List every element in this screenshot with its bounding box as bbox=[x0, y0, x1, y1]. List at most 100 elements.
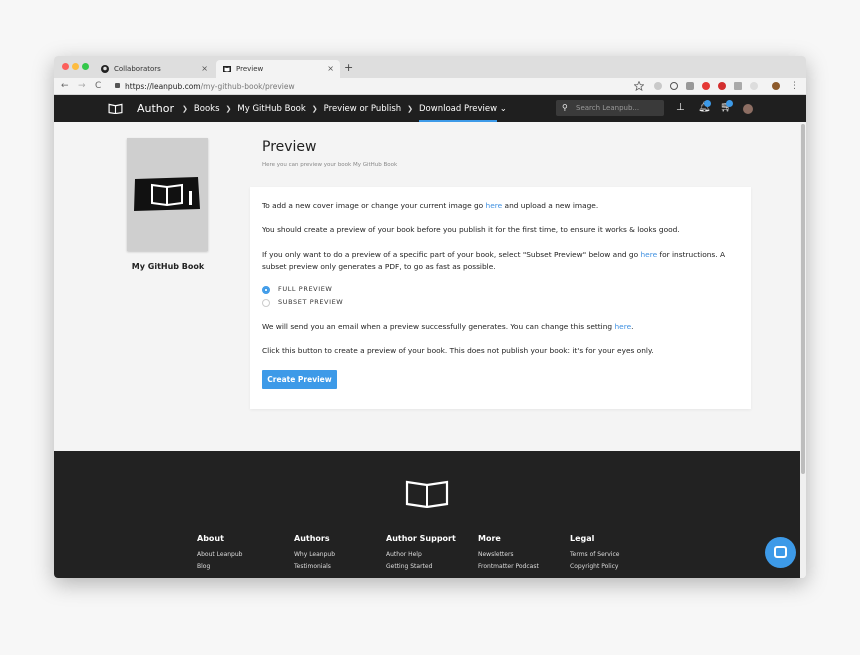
url-field[interactable]: https://leanpub.com/my-github-book/previ… bbox=[125, 78, 295, 95]
extension-square-icon[interactable] bbox=[734, 82, 742, 90]
full-preview-label[interactable]: FULL PREVIEW bbox=[278, 285, 332, 294]
user-avatar[interactable] bbox=[743, 104, 753, 114]
main-content: My GitHub Book Preview Here you can prev… bbox=[54, 122, 801, 451]
subset-preview-label[interactable]: SUBSET PREVIEW bbox=[278, 298, 343, 307]
subset-preview-radio[interactable] bbox=[262, 299, 270, 307]
cover-paragraph: To add a new cover image or change your … bbox=[262, 200, 742, 212]
tab-label: Preview bbox=[236, 65, 264, 73]
footer-column-author-support: Author Support Author Help Getting Start… bbox=[386, 534, 456, 575]
chevron-right-icon: ❯ bbox=[225, 104, 232, 113]
extension-pin-icon[interactable] bbox=[654, 82, 662, 90]
subset-instructions-link[interactable]: here bbox=[640, 250, 657, 259]
email-paragraph: We will send you an email when a preview… bbox=[262, 321, 742, 333]
search-input[interactable]: ⚲ Search Leanpub... bbox=[556, 100, 664, 116]
menu-icon[interactable]: ⋮ bbox=[790, 79, 799, 94]
chat-button[interactable] bbox=[765, 537, 796, 568]
breadcrumb-download-preview[interactable]: Download Preview ⌄ bbox=[419, 103, 507, 122]
extension-camera-icon[interactable] bbox=[686, 82, 694, 90]
reload-button[interactable]: C bbox=[95, 79, 101, 94]
book-cover-logo-icon bbox=[134, 177, 200, 211]
scrollbar[interactable] bbox=[800, 122, 806, 578]
book-title: My GitHub Book bbox=[131, 262, 205, 271]
extension-info-icon[interactable] bbox=[670, 82, 678, 90]
new-tab-button[interactable]: + bbox=[344, 60, 353, 76]
tab-bar: Collaborators × Preview × + bbox=[54, 56, 806, 78]
github-icon bbox=[101, 65, 109, 73]
email-settings-link[interactable]: here bbox=[614, 322, 631, 331]
search-placeholder: Search Leanpub... bbox=[576, 104, 640, 112]
footer-link[interactable]: Why Leanpub bbox=[294, 551, 335, 558]
tab-preview[interactable]: Preview × bbox=[216, 60, 340, 78]
subset-paragraph: If you only want to do a preview of a sp… bbox=[262, 249, 742, 273]
extension-gray-icon[interactable] bbox=[750, 82, 758, 90]
footer: About About Leanpub Blog Authors Why Lea… bbox=[54, 451, 801, 578]
address-bar: ← → C https://leanpub.com/my-github-book… bbox=[54, 78, 806, 95]
close-tab-icon[interactable]: × bbox=[327, 60, 334, 78]
footer-link[interactable]: Newsletters bbox=[478, 551, 539, 558]
forward-button[interactable]: → bbox=[78, 79, 86, 94]
footer-heading: Author Support bbox=[386, 534, 456, 543]
search-icon: ⚲ bbox=[562, 103, 568, 112]
breadcrumb-preview-publish[interactable]: Preview or Publish bbox=[324, 104, 401, 114]
extension-red-icon[interactable] bbox=[718, 82, 726, 90]
text: If you only want to do a preview of a sp… bbox=[262, 250, 641, 259]
tab-label: Collaborators bbox=[114, 65, 161, 73]
chevron-right-icon: ❯ bbox=[311, 104, 318, 113]
footer-heading: Legal bbox=[570, 534, 595, 543]
footer-link[interactable]: About Leanpub bbox=[197, 551, 242, 558]
maximize-window-button[interactable] bbox=[82, 63, 89, 70]
leanpub-logo-icon[interactable] bbox=[405, 478, 449, 508]
footer-link[interactable]: Frontmatter Podcast bbox=[478, 563, 539, 570]
footer-heading: About bbox=[197, 534, 224, 543]
full-preview-radio[interactable] bbox=[262, 286, 270, 294]
close-tab-icon[interactable]: × bbox=[201, 60, 208, 78]
minimize-window-button[interactable] bbox=[72, 63, 79, 70]
chat-icon bbox=[774, 546, 787, 558]
breadcrumb: Author ❯ Books ❯ My GitHub Book ❯ Previe… bbox=[137, 95, 507, 122]
button-paragraph: Click this button to create a preview of… bbox=[262, 346, 654, 355]
footer-link[interactable]: Getting Started bbox=[386, 563, 456, 570]
breadcrumb-author[interactable]: Author bbox=[137, 102, 174, 115]
text: and upload a new image. bbox=[502, 201, 599, 210]
leanpub-logo-icon[interactable] bbox=[108, 103, 123, 114]
chevron-right-icon: ❯ bbox=[407, 104, 414, 113]
text: To add a new cover image or change your … bbox=[262, 201, 486, 210]
scrollbar-thumb[interactable] bbox=[801, 124, 805, 474]
footer-heading: More bbox=[478, 534, 501, 543]
site-header: Author ❯ Books ❯ My GitHub Book ❯ Previe… bbox=[54, 95, 806, 122]
url-path: /my-github-book/preview bbox=[200, 82, 295, 91]
browser-window: Collaborators × Preview × + ← → C https:… bbox=[54, 56, 806, 578]
tab-collaborators[interactable]: Collaborators × bbox=[94, 60, 214, 78]
page-subtitle: Here you can preview your book My GitHub… bbox=[262, 162, 398, 168]
breadcrumb-book[interactable]: My GitHub Book bbox=[237, 104, 305, 114]
footer-link[interactable]: Testimonials bbox=[294, 563, 335, 570]
extension-record-icon[interactable] bbox=[702, 82, 710, 90]
lock-icon bbox=[115, 83, 120, 88]
breadcrumb-books[interactable]: Books bbox=[194, 104, 220, 114]
chevron-down-icon: ⌄ bbox=[499, 103, 507, 114]
text: . bbox=[631, 322, 634, 331]
footer-link[interactable]: Blog bbox=[197, 563, 242, 570]
close-window-button[interactable] bbox=[62, 63, 69, 70]
create-preview-paragraph: You should create a preview of your book… bbox=[262, 225, 680, 234]
footer-link[interactable]: Copyright Policy bbox=[570, 563, 619, 570]
footer-column-legal: Legal Terms of Service Copyright Policy bbox=[570, 534, 619, 575]
footer-column-authors: Authors Why Leanpub Testimonials bbox=[294, 534, 335, 575]
url-host: https://leanpub.com bbox=[125, 82, 201, 91]
profile-avatar[interactable] bbox=[772, 82, 780, 90]
back-button[interactable]: ← bbox=[61, 79, 69, 94]
leanpub-book-icon bbox=[223, 66, 231, 72]
footer-heading: Authors bbox=[294, 534, 330, 543]
book-cover[interactable] bbox=[127, 138, 208, 251]
footer-link[interactable]: Author Help bbox=[386, 551, 456, 558]
footer-column-about: About About Leanpub Blog bbox=[197, 534, 242, 575]
footer-link[interactable]: Terms of Service bbox=[570, 551, 619, 558]
footer-column-more: More Newsletters Frontmatter Podcast bbox=[478, 534, 539, 575]
create-preview-button[interactable]: Create Preview bbox=[262, 370, 337, 389]
chevron-right-icon: ❯ bbox=[182, 104, 188, 113]
notification-badge bbox=[704, 100, 711, 107]
sitemap-icon[interactable]: ⊥ bbox=[676, 102, 685, 113]
bookmark-star-icon[interactable] bbox=[634, 81, 644, 91]
cover-image-link[interactable]: here bbox=[486, 201, 503, 210]
text: We will send you an email when a preview… bbox=[262, 322, 615, 331]
